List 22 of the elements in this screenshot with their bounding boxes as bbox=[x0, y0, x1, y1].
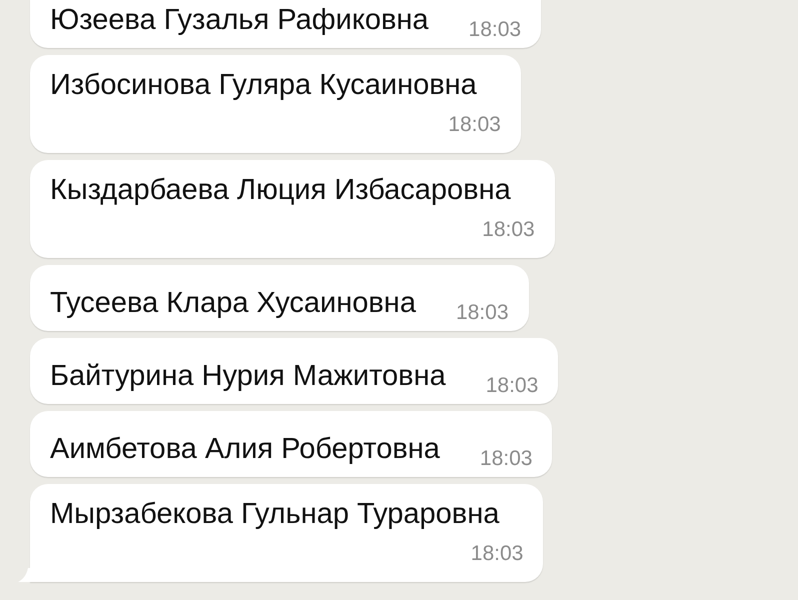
bubble-tail bbox=[18, 568, 32, 582]
message-text: Мырзабекова Гульнар Тураровна bbox=[50, 497, 500, 532]
message-time: 18:03 bbox=[448, 113, 501, 137]
message-time: 18:03 bbox=[470, 542, 524, 566]
message-time: 18:03 bbox=[456, 301, 509, 325]
message-bubble[interactable]: Мырзабекова Гульнар Тураровна 18:03 bbox=[30, 484, 544, 582]
message-time: 18:03 bbox=[468, 18, 522, 42]
message-bubble[interactable]: Избосинова Гуляра Кусаиновна 18:03 bbox=[30, 55, 521, 153]
message-text: Аимбетова Алия Робертовна bbox=[50, 432, 440, 467]
message-text: Кыздарбаева Люция Избасаровна bbox=[50, 173, 511, 208]
message-time: 18:03 bbox=[482, 218, 535, 242]
message-bubble[interactable]: Юзеева Гузалья Рафиковна 18:03 bbox=[30, 0, 542, 48]
message-text: Байтурина Нурия Мажитовна bbox=[50, 359, 446, 394]
message-time: 18:03 bbox=[480, 447, 532, 471]
message-text: Избосинова Гуляра Кусаиновна bbox=[50, 68, 477, 103]
message-text: Юзеева Гузалья Рафиковна bbox=[50, 3, 429, 38]
message-text: Тусеева Клара Хусаиновна bbox=[50, 286, 416, 321]
message-bubble[interactable]: Тусеева Клара Хусаиновна 18:03 bbox=[30, 265, 529, 331]
message-bubble[interactable]: Аимбетова Алия Робертовна 18:03 bbox=[30, 411, 552, 477]
message-bubble[interactable]: Кыздарбаева Люция Избасаровна 18:03 bbox=[30, 160, 555, 258]
message-bubble[interactable]: Байтурина Нурия Мажитовна 18:03 bbox=[30, 338, 558, 404]
message-time: 18:03 bbox=[486, 374, 538, 398]
